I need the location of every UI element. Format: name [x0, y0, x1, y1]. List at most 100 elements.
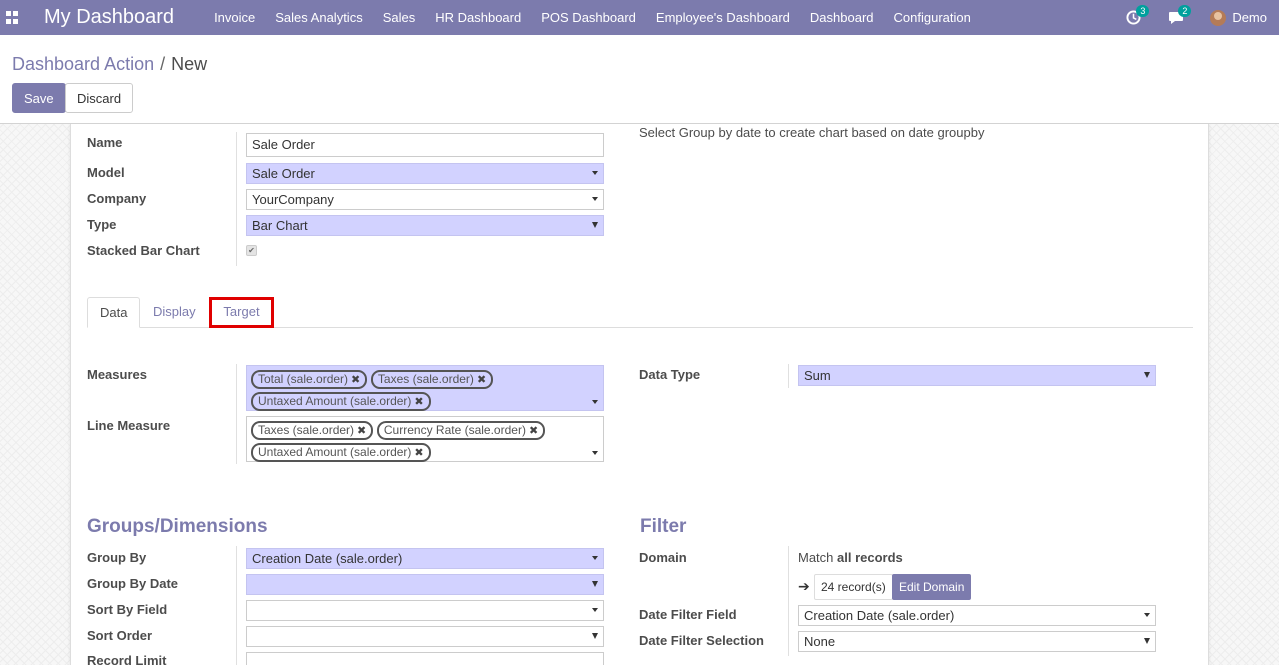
activity-count-badge: 3 — [1136, 4, 1150, 17]
breadcrumb-parent-link[interactable]: Dashboard Action — [12, 54, 154, 74]
domain-label: Domain — [639, 550, 687, 565]
menu-item-hr-dashboard[interactable]: HR Dashboard — [425, 0, 531, 35]
avatar — [1210, 9, 1227, 26]
tag-label: Currency Rate (sale.order) — [383, 423, 526, 437]
remove-tag-icon[interactable]: ✖ — [414, 396, 423, 408]
groups-dimensions-title: Groups/Dimensions — [87, 516, 268, 537]
triangle-down-icon — [1144, 638, 1150, 644]
name-label: Name — [87, 135, 123, 150]
tag-chip: Untaxed Amount (sale.order) ✖ — [251, 392, 431, 411]
date-filter-field-label: Date Filter Field — [639, 607, 737, 622]
date-filter-selection-label: Date Filter Selection — [639, 633, 764, 648]
menu-item-configuration[interactable]: Configuration — [884, 0, 981, 35]
line-measure-tags-field[interactable]: Taxes (sale.order) ✖ Currency Rate (sale.… — [246, 416, 604, 462]
triangle-down-icon — [1144, 372, 1150, 378]
edit-domain-button[interactable]: Edit Domain — [892, 574, 972, 600]
tag-label: Taxes (sale.order) — [377, 372, 474, 386]
tag-chip: Total (sale.order) ✖ — [251, 370, 368, 389]
top-navbar: My Dashboard Invoice Sales Analytics Sal… — [0, 0, 1279, 35]
discard-button[interactable]: Discard — [65, 83, 134, 113]
type-select[interactable]: Bar Chart — [246, 215, 604, 236]
activity-button[interactable]: 3 — [1126, 4, 1150, 26]
sort-by-field-select[interactable] — [246, 600, 604, 621]
tag-label: Taxes (sale.order) — [258, 423, 355, 437]
group-divider — [788, 364, 789, 388]
tag-chip: Untaxed Amount (sale.order) ✖ — [251, 443, 431, 462]
sort-order-label: Sort Order — [87, 628, 153, 643]
tag-chip: Taxes (sale.order) ✖ — [370, 370, 494, 389]
user-menu[interactable]: Demo — [1210, 9, 1267, 26]
date-filter-selection-select[interactable]: None — [798, 631, 1156, 652]
model-select[interactable]: Sale Order — [246, 163, 604, 184]
company-select[interactable]: YourCompany — [246, 189, 604, 210]
domain-summary: Match all records — [798, 550, 903, 565]
remove-tag-icon[interactable]: ✖ — [477, 374, 486, 386]
domain-value: all records — [837, 550, 903, 565]
date-filter-field-select[interactable]: Creation Date (sale.order) — [798, 605, 1156, 626]
measures-tags-field[interactable]: Total (sale.order) ✖ Taxes (sale.order) ✖ … — [246, 365, 604, 411]
menu-item-pos-dashboard[interactable]: POS Dashboard — [531, 0, 646, 35]
menu-item-sales[interactable]: Sales — [373, 0, 426, 35]
chevron-down-icon — [592, 171, 598, 175]
data-type-label: Data Type — [639, 367, 701, 382]
app-title: My Dashboard — [44, 6, 175, 28]
triangle-down-icon — [592, 222, 598, 228]
tab-data[interactable]: Data — [87, 297, 141, 328]
model-value: Sale Order — [252, 166, 315, 181]
menu-item-sales-analytics[interactable]: Sales Analytics — [265, 0, 372, 35]
breadcrumb-separator: / — [160, 54, 166, 74]
remove-tag-icon[interactable]: ✖ — [414, 447, 423, 459]
remove-tag-icon[interactable]: ✖ — [529, 425, 538, 437]
notebook-tabs: Data Display Target — [87, 297, 1193, 328]
group-by-value: Creation Date (sale.order) — [252, 551, 403, 566]
tag-label: Total (sale.order) — [258, 372, 349, 386]
menu-item-dashboard[interactable]: Dashboard — [800, 0, 884, 35]
measures-label: Measures — [87, 367, 147, 382]
chevron-down-icon — [1144, 613, 1150, 617]
arrow-right-icon: ➔ — [798, 578, 810, 594]
date-filter-field-value: Creation Date (sale.order) — [804, 608, 955, 623]
chevron-down-icon — [592, 451, 598, 455]
menu-item-employees-dashboard[interactable]: Employee's Dashboard — [646, 0, 800, 35]
breadcrumb-current: New — [171, 54, 208, 74]
tag-label: Untaxed Amount (sale.order) — [258, 394, 412, 408]
records-count-button[interactable]: 24 record(s) — [814, 574, 893, 600]
sort-order-select[interactable] — [246, 626, 604, 647]
chevron-down-icon — [592, 197, 598, 201]
remove-tag-icon[interactable]: ✖ — [357, 425, 366, 437]
data-type-select[interactable]: Sum — [798, 365, 1156, 386]
messages-button[interactable]: 2 — [1168, 4, 1192, 26]
apps-menu-icon[interactable] — [6, 11, 19, 24]
group-divider — [788, 546, 789, 656]
stacked-bar-chart-label: Stacked Bar Chart — [87, 243, 200, 258]
breadcrumb: Dashboard Action / New — [12, 54, 207, 75]
line-measure-label: Line Measure — [87, 418, 171, 433]
tag-label: Untaxed Amount (sale.order) — [258, 445, 412, 459]
user-name: Demo — [1232, 10, 1267, 25]
form-sheet: Name Model Company Type Stacked Bar Char… — [70, 124, 1209, 665]
chevron-down-icon — [592, 608, 598, 612]
triangle-down-icon — [592, 633, 598, 639]
group-by-select[interactable]: Creation Date (sale.order) — [246, 548, 604, 569]
tag-chip: Currency Rate (sale.order) ✖ — [376, 421, 546, 440]
form-view-background: Name Model Company Type Stacked Bar Char… — [0, 124, 1279, 665]
main-menu: Invoice Sales Analytics Sales HR Dashboa… — [204, 0, 981, 35]
save-button[interactable]: Save — [12, 83, 66, 113]
navbar-systray: 3 2 Demo — [1126, 0, 1279, 35]
tab-display[interactable]: Display — [141, 297, 208, 328]
menu-item-invoice[interactable]: Invoice — [204, 0, 265, 35]
triangle-down-icon — [592, 581, 598, 587]
company-value: YourCompany — [252, 192, 334, 207]
group-by-date-select[interactable] — [246, 574, 604, 595]
chevron-down-icon — [592, 556, 598, 560]
name-input[interactable]: Sale Order — [246, 133, 604, 157]
domain-prefix: Match — [798, 550, 834, 565]
messages-count-badge: 2 — [1178, 4, 1192, 17]
model-label: Model — [87, 165, 125, 180]
company-label: Company — [87, 191, 147, 206]
sort-by-field-label: Sort By Field — [87, 602, 168, 617]
remove-tag-icon[interactable]: ✖ — [351, 374, 360, 386]
record-limit-input[interactable] — [246, 652, 604, 665]
stacked-bar-chart-checkbox[interactable]: ✔ — [246, 245, 257, 256]
tab-target[interactable]: Target — [209, 297, 274, 328]
